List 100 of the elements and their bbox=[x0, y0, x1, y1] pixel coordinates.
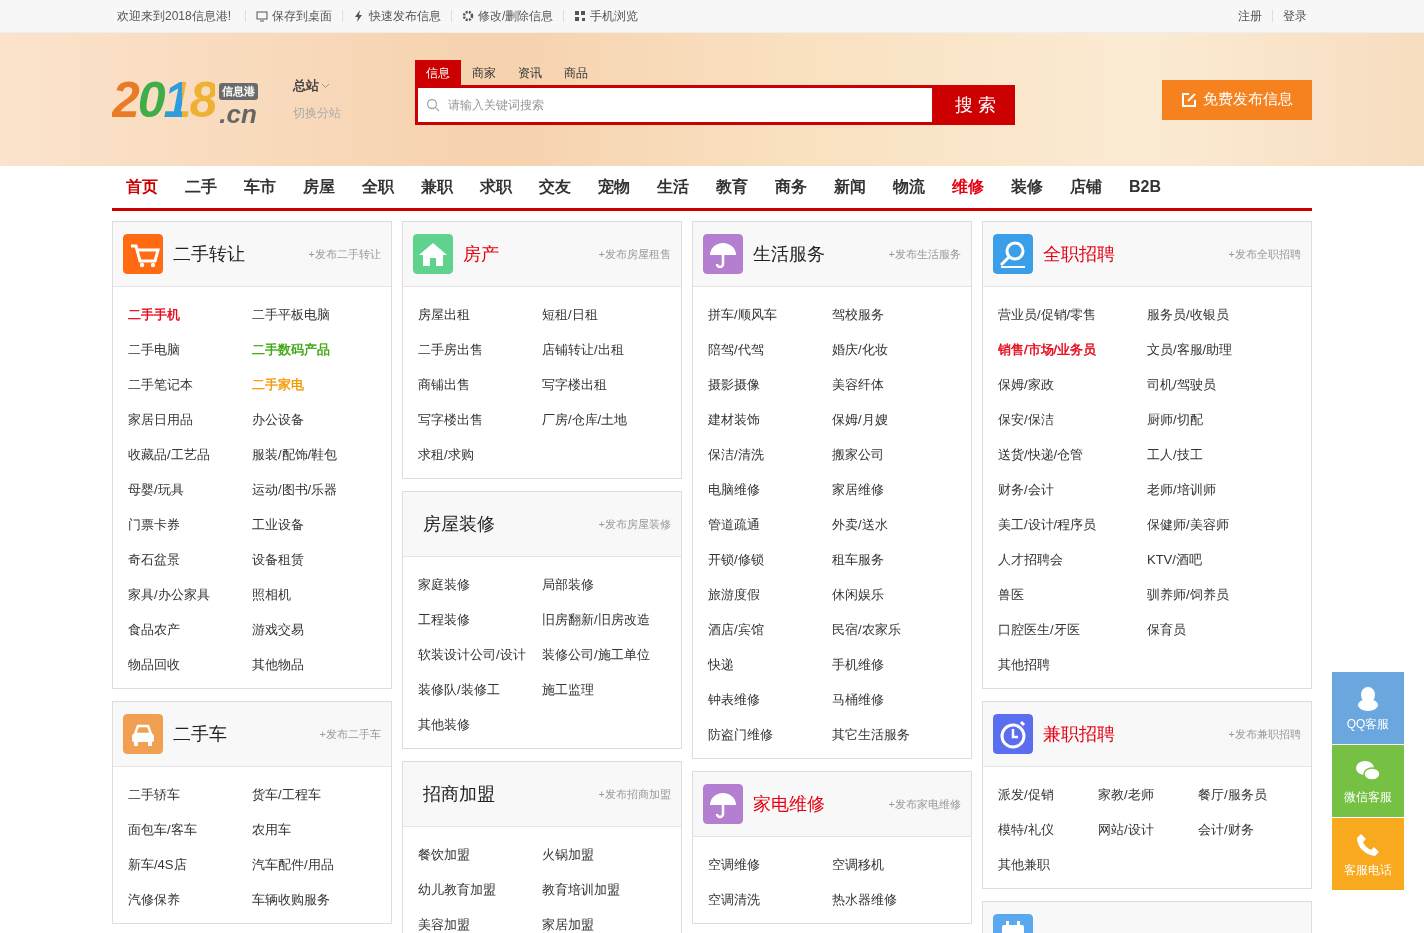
category-link[interactable]: 写字楼出租 bbox=[542, 367, 607, 402]
category-link[interactable]: 物品回收 bbox=[128, 647, 180, 682]
category-link[interactable]: 家教/老师 bbox=[1098, 777, 1154, 812]
category-link[interactable]: 局部装修 bbox=[542, 567, 594, 602]
category-link[interactable]: 软装设计公司/设计 bbox=[418, 637, 526, 672]
category-link[interactable]: 餐饮加盟 bbox=[418, 837, 470, 872]
panel-title[interactable]: 房产 bbox=[463, 242, 499, 266]
nav-item[interactable]: 宠物 bbox=[584, 176, 643, 198]
category-link[interactable]: 母婴/玩具 bbox=[128, 472, 184, 507]
category-link[interactable]: 模特/礼仪 bbox=[998, 812, 1054, 847]
branch-selector[interactable]: 总站 bbox=[293, 77, 342, 95]
category-link[interactable]: 钟表维修 bbox=[708, 682, 760, 717]
category-link[interactable]: 旧房翻新/旧房改造 bbox=[542, 602, 650, 637]
category-link[interactable]: 会计/财务 bbox=[1198, 812, 1254, 847]
category-link[interactable]: 电脑维修 bbox=[708, 472, 760, 507]
category-link[interactable]: 销售/市场/业务员 bbox=[998, 332, 1097, 367]
category-link[interactable]: 财务/会计 bbox=[998, 472, 1054, 507]
category-link[interactable]: 网站/设计 bbox=[1098, 812, 1154, 847]
category-link[interactable]: 摄影摄像 bbox=[708, 367, 760, 402]
nav-item[interactable]: 求职 bbox=[466, 176, 525, 198]
top-link[interactable]: 快速发布信息 bbox=[353, 7, 442, 25]
top-link[interactable]: 保存到桌面 bbox=[256, 7, 333, 25]
account-link[interactable]: 登录 bbox=[1283, 7, 1307, 25]
category-link[interactable]: 农用车 bbox=[252, 812, 291, 847]
category-link[interactable]: 家庭装修 bbox=[418, 567, 470, 602]
category-link[interactable]: 家具/办公家具 bbox=[128, 577, 210, 612]
category-link[interactable]: 写字楼出售 bbox=[418, 402, 483, 437]
category-link[interactable]: 酒店/宾馆 bbox=[708, 612, 764, 647]
nav-item[interactable]: B2B bbox=[1115, 178, 1174, 196]
category-link[interactable]: 美工/设计/程序员 bbox=[998, 507, 1097, 542]
nav-item[interactable]: 车市 bbox=[230, 176, 289, 198]
category-link[interactable]: 空调移机 bbox=[832, 847, 884, 882]
category-link[interactable]: 家居加盟 bbox=[542, 907, 594, 933]
category-link[interactable]: 餐厅/服务员 bbox=[1198, 777, 1267, 812]
category-link[interactable]: 运动/图书/乐器 bbox=[252, 472, 338, 507]
nav-item[interactable]: 交友 bbox=[525, 176, 584, 198]
category-link[interactable]: 手机维修 bbox=[832, 647, 884, 682]
nav-item[interactable]: 物流 bbox=[879, 176, 938, 198]
search-tab[interactable]: 商品 bbox=[553, 60, 600, 85]
category-link[interactable]: 食品农产 bbox=[128, 612, 180, 647]
panel-title[interactable]: 生活服务 bbox=[753, 242, 825, 266]
category-link[interactable]: 管道疏通 bbox=[708, 507, 760, 542]
category-link[interactable]: 送货/快递/仓管 bbox=[998, 437, 1084, 472]
category-link[interactable]: 外卖/送水 bbox=[832, 507, 888, 542]
nav-item[interactable]: 店铺 bbox=[1056, 176, 1115, 198]
category-link[interactable]: 搬家公司 bbox=[832, 437, 884, 472]
category-link[interactable]: 工程装修 bbox=[418, 602, 470, 637]
category-link[interactable]: 面包车/客车 bbox=[128, 812, 197, 847]
category-link[interactable]: 保姆/月嫂 bbox=[832, 402, 888, 437]
category-link[interactable]: 开锁/修锁 bbox=[708, 542, 764, 577]
category-link[interactable]: 拼车/顺风车 bbox=[708, 297, 777, 332]
category-link[interactable]: 工人/技工 bbox=[1147, 437, 1203, 472]
category-link[interactable]: 口腔医生/牙医 bbox=[998, 612, 1080, 647]
category-link[interactable]: 二手平板电脑 bbox=[252, 297, 330, 332]
category-link[interactable]: 派发/促销 bbox=[998, 777, 1054, 812]
category-link[interactable]: 短租/日租 bbox=[542, 297, 598, 332]
category-link[interactable]: 防盗门维修 bbox=[708, 717, 773, 752]
category-link[interactable]: 门票卡券 bbox=[128, 507, 180, 542]
category-link[interactable]: 工业设备 bbox=[252, 507, 304, 542]
category-link[interactable]: 保育员 bbox=[1147, 612, 1186, 647]
category-link[interactable]: 装修公司/施工单位 bbox=[542, 637, 650, 672]
category-link[interactable]: 装修队/装修工 bbox=[418, 672, 500, 707]
category-link[interactable]: 保安/保洁 bbox=[998, 402, 1054, 437]
category-link[interactable]: 幼儿教育加盟 bbox=[418, 872, 496, 907]
category-link[interactable]: 保健师/美容师 bbox=[1147, 507, 1229, 542]
nav-item[interactable]: 首页 bbox=[112, 176, 171, 198]
category-link[interactable]: 司机/驾驶员 bbox=[1147, 367, 1216, 402]
category-link[interactable]: 兽医 bbox=[998, 577, 1024, 612]
category-link[interactable]: 教育培训加盟 bbox=[542, 872, 620, 907]
category-link[interactable]: 游戏交易 bbox=[252, 612, 304, 647]
category-link[interactable]: 空调清洗 bbox=[708, 882, 760, 917]
category-link[interactable]: 其他物品 bbox=[252, 647, 304, 682]
panel-title[interactable]: 二手车 bbox=[173, 722, 227, 746]
category-link[interactable]: 服务员/收银员 bbox=[1147, 297, 1229, 332]
nav-item[interactable]: 新闻 bbox=[820, 176, 879, 198]
category-link[interactable]: KTV/酒吧 bbox=[1147, 542, 1202, 577]
category-link[interactable]: 车辆收购服务 bbox=[252, 882, 330, 917]
search-field[interactable]: 请输入关键词搜索 bbox=[415, 85, 936, 125]
nav-item[interactable]: 二手 bbox=[171, 176, 230, 198]
category-link[interactable]: 二手数码产品 bbox=[252, 332, 330, 367]
panel-title[interactable]: 招商加盟 bbox=[423, 782, 495, 806]
category-link[interactable]: 建材装饰 bbox=[708, 402, 760, 437]
category-link[interactable]: 租车服务 bbox=[832, 542, 884, 577]
nav-item[interactable]: 装修 bbox=[997, 176, 1056, 198]
category-link[interactable]: 家居维修 bbox=[832, 472, 884, 507]
category-link[interactable]: 火锅加盟 bbox=[542, 837, 594, 872]
panel-title[interactable]: 房屋装修 bbox=[423, 512, 495, 536]
top-link[interactable]: 修改/删除信息 bbox=[462, 7, 554, 25]
category-link[interactable]: 婚庆/化妆 bbox=[832, 332, 888, 367]
category-link[interactable]: 其他招聘 bbox=[998, 647, 1050, 682]
category-link[interactable]: 家居日用品 bbox=[128, 402, 193, 437]
category-link[interactable]: 房屋出租 bbox=[418, 297, 470, 332]
nav-item[interactable]: 生活 bbox=[643, 176, 702, 198]
category-link[interactable]: 二手轿车 bbox=[128, 777, 180, 812]
category-link[interactable]: 货车/工程车 bbox=[252, 777, 321, 812]
category-link[interactable]: 施工监理 bbox=[542, 672, 594, 707]
nav-item[interactable]: 兼职 bbox=[407, 176, 466, 198]
search-tab[interactable]: 商家 bbox=[461, 60, 508, 85]
panel-title[interactable]: 全职招聘 bbox=[1043, 242, 1115, 266]
category-link[interactable]: 收藏品/工艺品 bbox=[128, 437, 210, 472]
